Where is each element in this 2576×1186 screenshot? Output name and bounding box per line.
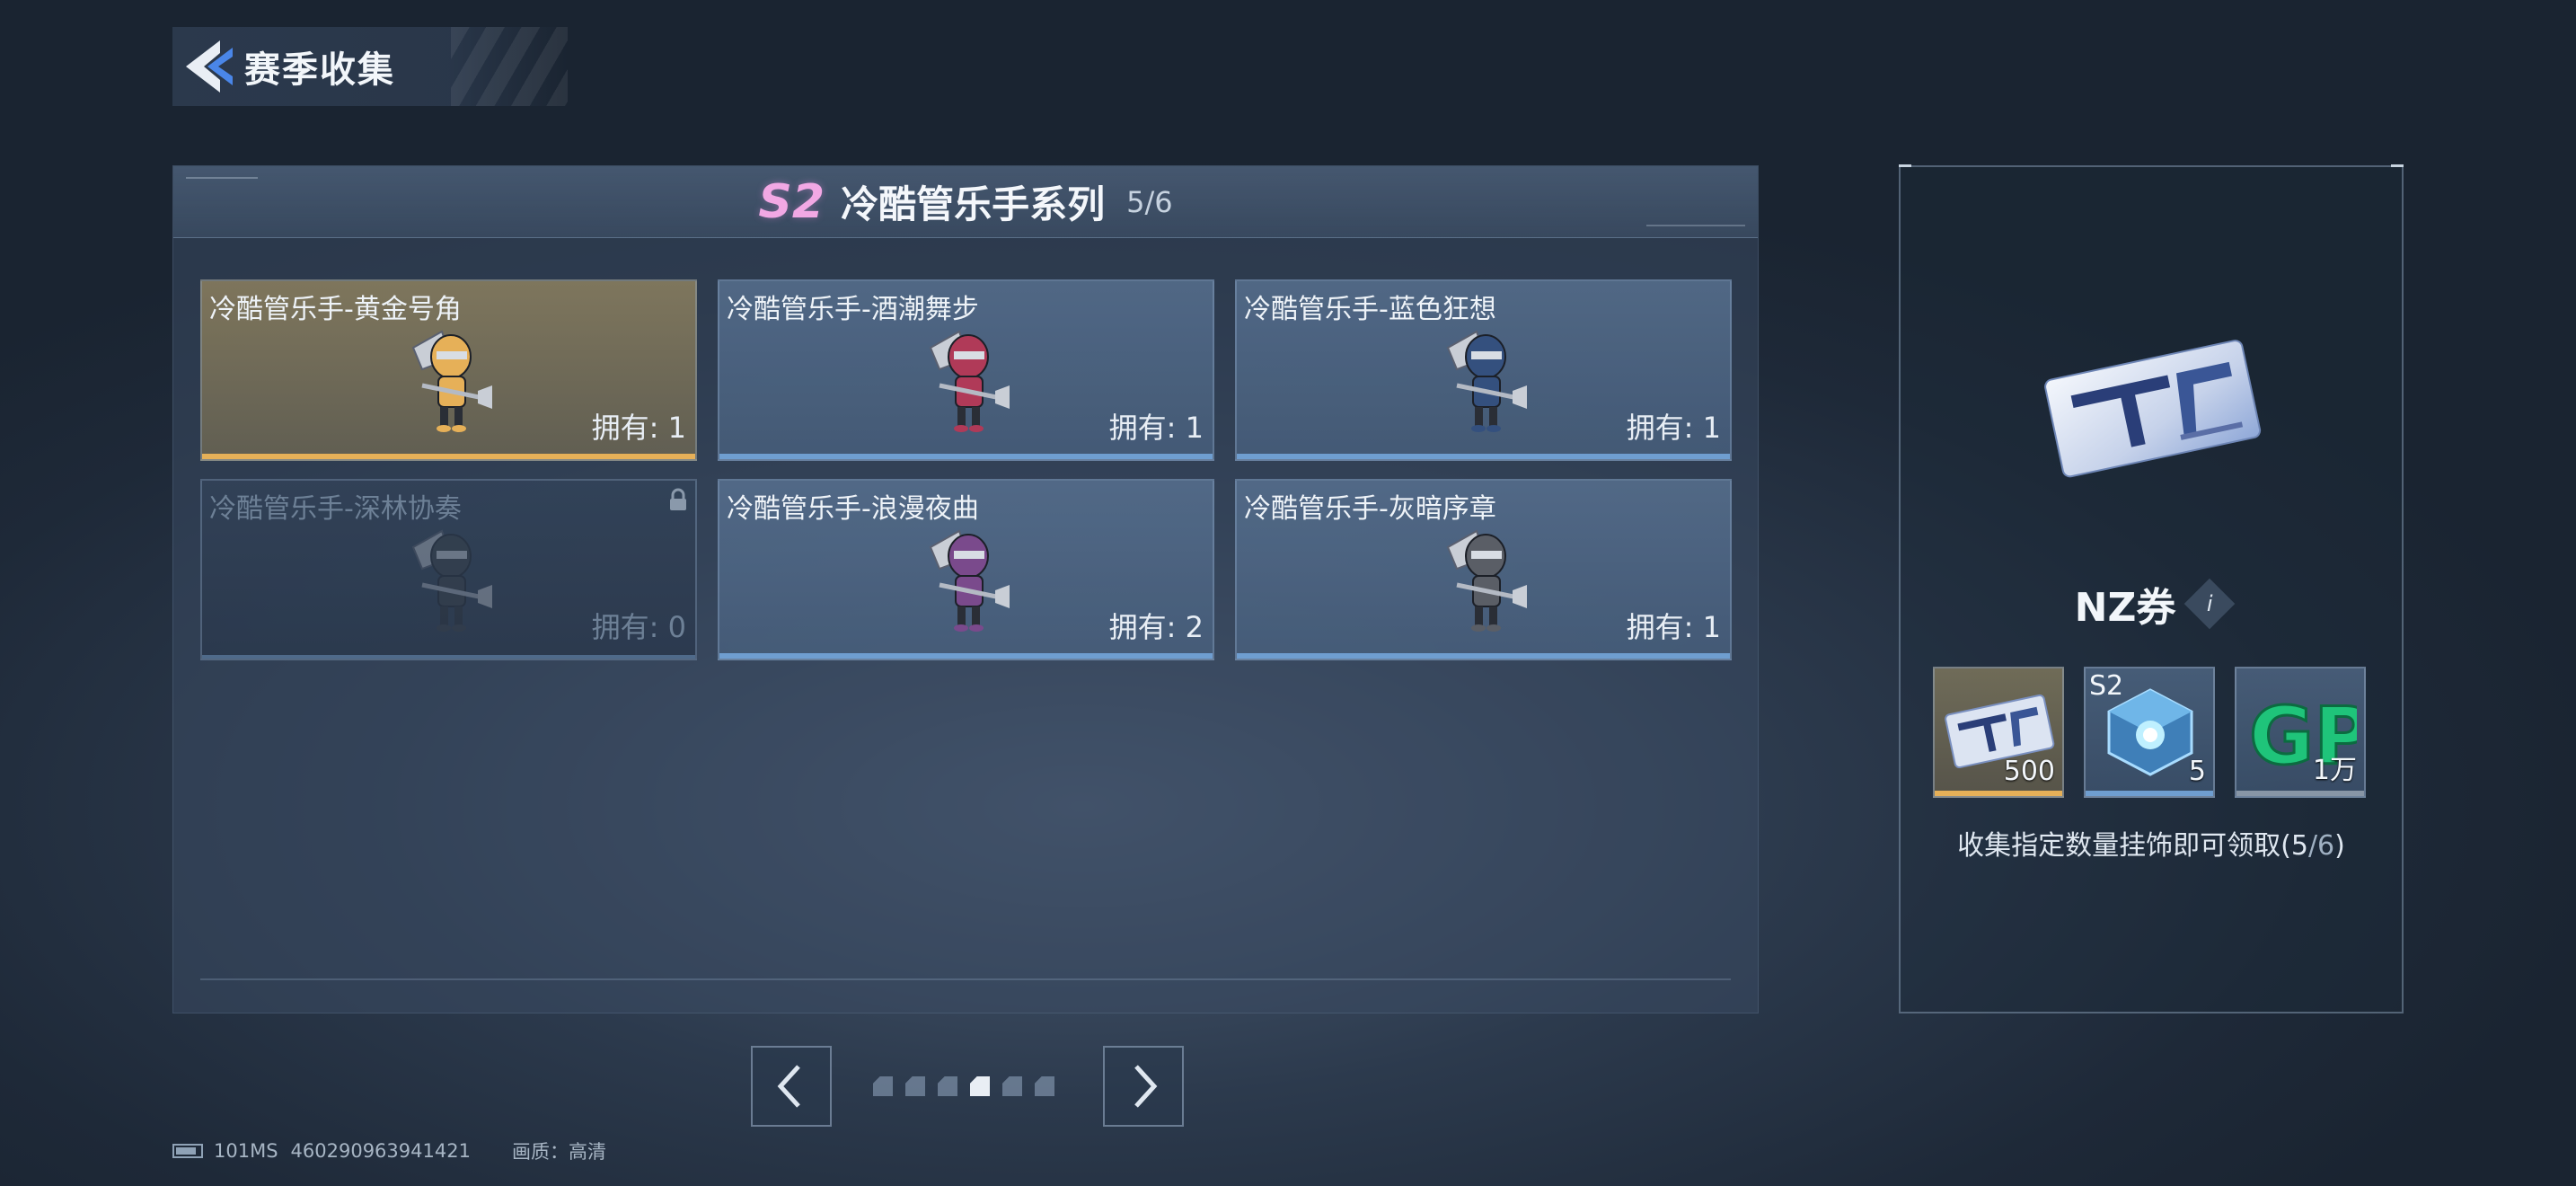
- charm-name: 冷酷管乐手-灰暗序章: [1244, 493, 1496, 525]
- desc-end: ): [2334, 830, 2345, 862]
- desc-main: 收集指定数量挂饰即可领取(5: [1957, 830, 2308, 862]
- page-title: 赛季收集: [244, 49, 395, 91]
- reward-title: NZ券: [2074, 585, 2176, 631]
- prev-page-button[interactable]: [751, 1046, 832, 1127]
- series-name: 冷酷管乐手系列: [841, 182, 1106, 226]
- charm-card[interactable]: 冷酷管乐手-酒潮舞步拥有: 1: [718, 279, 1214, 461]
- quality-text: 画质：高清: [511, 1141, 606, 1163]
- owned-count: 拥有: 0: [591, 610, 686, 644]
- reward-title-row: NZ券 i: [1901, 575, 2402, 633]
- lock-icon: [670, 488, 686, 510]
- reward-items: 500 S2 5 GP 1万: [1933, 667, 2366, 798]
- reward-qty: 500: [2003, 756, 2055, 787]
- reward-item-s2-crate[interactable]: S2 5: [2084, 667, 2215, 798]
- musician-charm-icon: [929, 529, 1010, 632]
- top-bar-stripes: [451, 27, 568, 106]
- desc-total: /6: [2307, 830, 2335, 862]
- musician-charm-icon: [411, 529, 492, 632]
- owned-count: 拥有: 1: [591, 411, 686, 445]
- charm-card[interactable]: 冷酷管乐手-灰暗序章拥有: 1: [1235, 479, 1732, 660]
- rarity-bar: [2086, 791, 2213, 796]
- header-deco-left: [186, 177, 258, 190]
- reward-qty: 5: [2188, 756, 2206, 787]
- reward-item-gp[interactable]: GP 1万: [2235, 667, 2366, 798]
- rarity-bar: [719, 454, 1213, 459]
- panel-corner-right: [2391, 164, 2404, 167]
- back-button[interactable]: [172, 27, 244, 106]
- page-dots: [873, 1076, 1054, 1096]
- musician-charm-icon: [1446, 330, 1527, 432]
- series-header: S2 冷酷管乐手系列 5/6: [173, 166, 1758, 238]
- charm-name: 冷酷管乐手-酒潮舞步: [727, 294, 979, 325]
- page-dot[interactable]: [873, 1076, 893, 1096]
- pager: [751, 1046, 1184, 1127]
- collection-panel: S2 冷酷管乐手系列 5/6 冷酷管乐手-黄金号角 拥有: 1 冷酷管乐手-酒潮舞步…: [172, 165, 1759, 1013]
- page-dot[interactable]: [905, 1076, 925, 1096]
- series-progress: 5/6: [1126, 184, 1173, 219]
- reward-item-nz-ticket[interactable]: 500: [1933, 667, 2064, 798]
- player-id: 460290963941421: [290, 1140, 471, 1162]
- rarity-bar: [2236, 791, 2364, 796]
- reward-qty: 1万: [2312, 755, 2357, 786]
- chevron-right-icon: [1134, 1065, 1158, 1108]
- owned-count: 拥有: 2: [1108, 610, 1204, 644]
- charm-name: 冷酷管乐手-黄金号角: [209, 294, 462, 325]
- battery-icon: [172, 1144, 203, 1158]
- charm-card[interactable]: 冷酷管乐手-黄金号角拥有: 1: [200, 279, 697, 461]
- owned-count: 拥有: 1: [1626, 411, 1721, 445]
- panel-corner-left: [1899, 164, 1911, 167]
- page-dot[interactable]: [1035, 1076, 1054, 1096]
- rarity-bar: [1237, 454, 1730, 459]
- info-icon[interactable]: i: [2184, 578, 2236, 630]
- page-dot[interactable]: [970, 1076, 990, 1096]
- season-badge: S2: [758, 174, 825, 229]
- charm-card[interactable]: 冷酷管乐手-蓝色狂想拥有: 1: [1235, 279, 1732, 461]
- page-dot[interactable]: [1002, 1076, 1022, 1096]
- status-bar: 101MS 460290963941421 画质：高清: [172, 1137, 619, 1164]
- musician-charm-icon: [929, 330, 1010, 432]
- owned-count: 拥有: 1: [1108, 411, 1204, 445]
- panel-bottom-divider: [200, 978, 1731, 980]
- charm-grid: 冷酷管乐手-黄金号角 拥有: 1 冷酷管乐手-酒潮舞步 拥有: 1 冷酷管乐手-蓝色狂想…: [200, 279, 1733, 660]
- charm-name: 冷酷管乐手-深林协奏: [209, 493, 462, 525]
- charm-card[interactable]: 冷酷管乐手-浪漫夜曲拥有: 2: [718, 479, 1214, 660]
- rarity-bar: [719, 653, 1213, 659]
- charm-card[interactable]: 冷酷管乐手-深林协奏拥有: 0: [200, 479, 697, 660]
- charm-name: 冷酷管乐手-蓝色狂想: [1244, 294, 1496, 325]
- rarity-bar: [202, 655, 695, 659]
- ping-text: 101MS: [214, 1140, 278, 1162]
- rarity-bar: [1237, 653, 1730, 659]
- nz-ticket-large-icon: [2044, 340, 2262, 478]
- back-arrow-icon: [186, 40, 233, 93]
- musician-charm-icon: [1446, 529, 1527, 632]
- chevron-left-icon: [777, 1065, 800, 1108]
- reward-panel: NZ券 i 500 S2 5 GP 1万 收集指定数量挂饰即可领取(5/6): [1899, 164, 2404, 1013]
- rarity-bar: [1935, 791, 2062, 796]
- rarity-bar: [202, 454, 695, 459]
- reward-description: 收集指定数量挂饰即可领取(5/6): [1901, 823, 2402, 863]
- page-dot[interactable]: [938, 1076, 957, 1096]
- musician-charm-icon: [411, 330, 492, 432]
- owned-count: 拥有: 1: [1626, 610, 1721, 644]
- next-page-button[interactable]: [1103, 1046, 1184, 1127]
- top-bar: 赛季收集: [172, 27, 568, 106]
- reward-tag: S2: [2089, 670, 2124, 702]
- charm-name: 冷酷管乐手-浪漫夜曲: [727, 493, 979, 525]
- header-deco-right: [1646, 225, 1745, 226]
